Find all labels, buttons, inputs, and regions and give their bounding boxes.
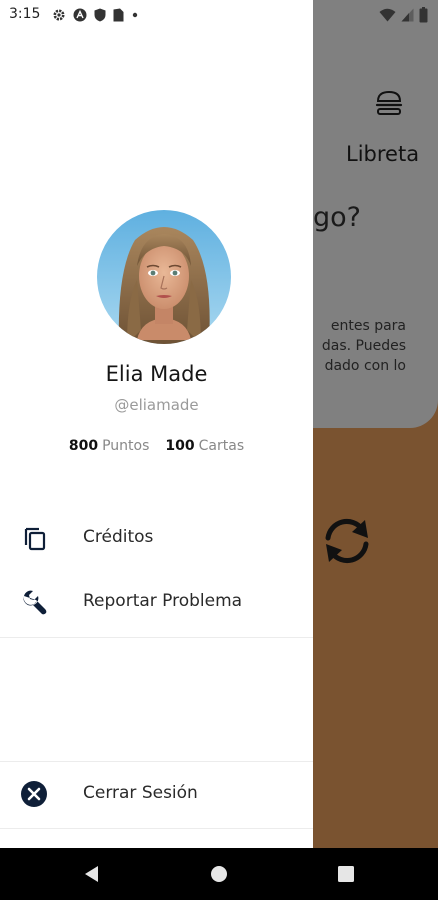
wrench-icon xyxy=(23,590,47,615)
profile-handle: @eliamade xyxy=(114,396,199,414)
profile-stats: 800 Puntos 100 Cartas xyxy=(0,438,313,454)
back-icon[interactable] xyxy=(82,864,102,884)
menu-item-label: Reportar Problema xyxy=(83,591,243,611)
menu-item-label: Créditos xyxy=(83,527,154,547)
signal-icon xyxy=(401,8,414,22)
copy-icon xyxy=(24,527,46,551)
battery-icon xyxy=(419,7,428,23)
close-circle-icon xyxy=(21,781,47,807)
navigation-bar xyxy=(0,848,438,900)
status-time: 3:15 xyxy=(9,6,41,22)
settings-icon xyxy=(53,9,65,21)
logout-label: Cerrar Sesión xyxy=(83,783,198,803)
divider xyxy=(0,637,313,638)
wifi-icon xyxy=(379,8,396,22)
sim-card-icon xyxy=(113,8,124,22)
status-icons-left xyxy=(52,7,139,23)
refresh-icon xyxy=(325,518,369,564)
points-value: 800 xyxy=(68,438,99,454)
avatar-portrait xyxy=(97,210,231,344)
points-label: Puntos xyxy=(102,438,150,454)
background-question-text: go? xyxy=(313,202,361,233)
profile-name: Elia Made xyxy=(105,362,208,386)
logout-button[interactable]: Cerrar Sesión xyxy=(0,766,313,822)
navigation-drawer: Elia Made @eliamade 800 Puntos 100 Cartas C… xyxy=(0,0,313,848)
divider xyxy=(0,828,313,829)
status-icons-right xyxy=(379,6,428,24)
status-bar: 3:15 xyxy=(0,0,438,30)
avatar[interactable] xyxy=(97,210,231,344)
home-icon[interactable] xyxy=(209,864,229,884)
shield-icon xyxy=(94,8,106,22)
divider xyxy=(0,761,313,762)
background-title: Libreta xyxy=(346,142,420,166)
burger-icon xyxy=(375,90,403,115)
cards-value: 100 xyxy=(165,438,195,454)
menu-item-report-problem[interactable]: Reportar Problema xyxy=(0,574,313,630)
cards-label: Cartas xyxy=(198,438,245,454)
dot-icon xyxy=(132,12,138,18)
autofill-icon xyxy=(73,8,87,22)
recents-icon[interactable] xyxy=(336,864,356,884)
menu-item-credits[interactable]: Créditos xyxy=(0,510,313,566)
